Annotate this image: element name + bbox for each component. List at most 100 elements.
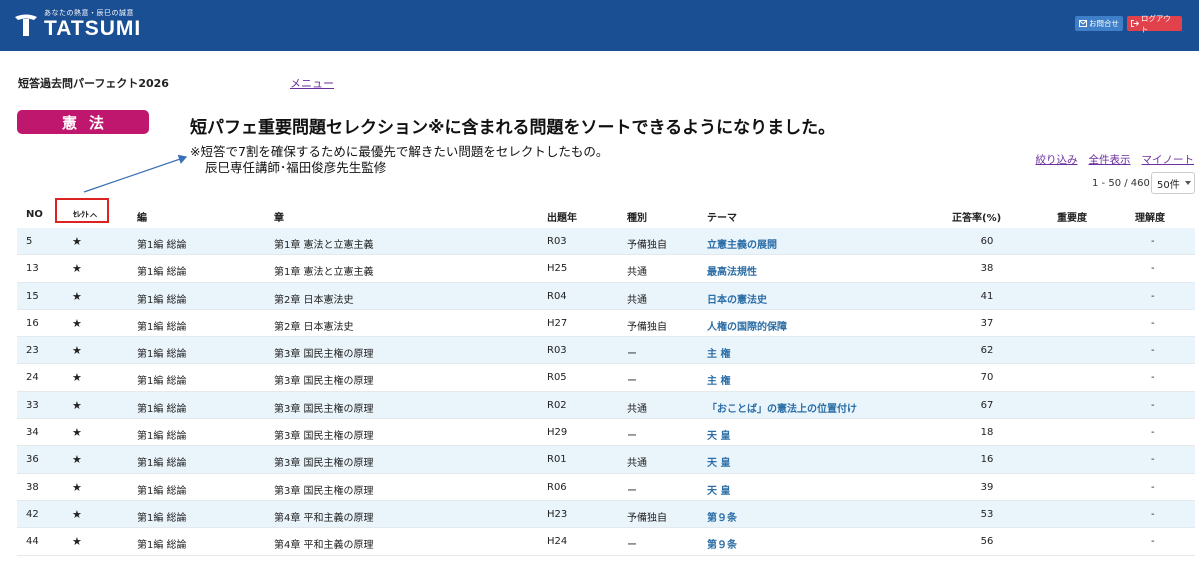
table-row[interactable]: 36 ★ 第1編 総論 第3章 国民主権の原理 R01 共通 天 皇 16 - [17, 446, 1195, 474]
row-year: H27 [547, 317, 568, 329]
select-star: ★ [72, 371, 82, 385]
row-no: 42 [26, 508, 39, 520]
tatsumi-logo[interactable]: あなたの熱意・辰巳の誠意 TATSUMI [12, 9, 141, 40]
row-sho: 第3章 国民主権の原理 [274, 485, 374, 497]
row-sho: 第2章 日本憲法史 [274, 321, 354, 333]
row-understanding: - [1151, 345, 1155, 357]
row-type: 予備独自 [627, 512, 667, 524]
header-sho[interactable]: 章 [274, 209, 284, 224]
row-sho: 第4章 平和主義の原理 [274, 540, 374, 552]
row-no: 23 [26, 345, 39, 357]
row-hen: 第1編 総論 [137, 458, 187, 470]
row-theme-link[interactable]: 天 皇 [707, 427, 730, 442]
row-no: 34 [26, 427, 39, 439]
row-theme-link[interactable]: 主 権 [707, 372, 730, 387]
table-header: NO ｾﾚｸﾄ 編 章 出題年 種別 テーマ 正答率(%) 重要度 理解度 [17, 198, 1195, 228]
select-star: ★ [72, 235, 82, 248]
note-line-2: 辰巳専任講師･福田俊彦先生監修 [205, 160, 387, 175]
row-sho: 第2章 日本憲法史 [274, 294, 354, 306]
table-row[interactable]: 42 ★ 第1編 総論 第4章 平和主義の原理 H23 予備独自 第９条 53 - [17, 500, 1195, 529]
table-row[interactable]: 34 ★ 第1編 総論 第3章 国民主権の原理 H29 ー 天 皇 18 - [17, 419, 1195, 447]
row-hen: 第1編 総論 [137, 240, 187, 251]
row-understanding: - [1151, 290, 1155, 302]
table-row[interactable]: 5 ★ 第1編 総論 第1章 憲法と立憲主義 R03 予備独自 立憲主義の展開 60 - [17, 228, 1195, 256]
row-theme-link[interactable]: 主 権 [707, 345, 730, 360]
row-hen: 第1編 総論 [137, 321, 187, 333]
table-row[interactable]: 23 ★ 第1編 総論 第3章 国民主権の原理 R03 ー 主 権 62 - [17, 337, 1195, 365]
row-year: R04 [547, 290, 567, 302]
filter-link[interactable]: 絞り込み [1036, 152, 1078, 167]
row-understanding: - [1151, 427, 1155, 439]
result-count: 1 - 50 / 460 [1092, 178, 1150, 189]
table-row[interactable]: 13 ★ 第1編 総論 第1章 憲法と立憲主義 H25 共通 最高法規性 38 - [17, 255, 1195, 283]
select-star: ★ [72, 398, 82, 412]
my-note-link[interactable]: マイノート [1142, 152, 1195, 167]
subject-badge: 憲法 [17, 110, 149, 134]
select-star: ★ [72, 453, 82, 467]
contact-button[interactable]: お問合せ [1075, 16, 1123, 31]
row-theme-link[interactable]: 「おことば」の憲法上の位置付け [707, 400, 857, 415]
note-line-1: ※短答で7割を確保するために最優先で解きたい問題をセレクトしたもの。 [190, 144, 609, 159]
row-sho: 第3章 国民主権の原理 [274, 403, 374, 415]
header-no[interactable]: NO [26, 209, 43, 220]
row-theme-link[interactable]: 最高法規性 [707, 263, 757, 278]
row-rate: 60 [980, 236, 994, 247]
row-hen: 第1編 総論 [137, 485, 187, 497]
row-theme-link[interactable]: 人権の国際的保障 [707, 318, 787, 333]
table-row[interactable]: 33 ★ 第1編 総論 第3章 国民主権の原理 R02 共通 「おことば」の憲法上の位置付け… [17, 391, 1195, 420]
row-year: R01 [547, 454, 567, 466]
table-row[interactable]: 44 ★ 第1編 総論 第4章 平和主義の原理 H24 ー 第９条 56 - [17, 528, 1195, 556]
header-type[interactable]: 種別 [627, 209, 647, 224]
select-star: ★ [72, 535, 82, 549]
table-row[interactable]: 24 ★ 第1編 総論 第3章 国民主権の原理 R05 ー 主 権 70 - [17, 364, 1195, 392]
row-hen: 第1編 総論 [137, 267, 187, 279]
row-sho: 第3章 国民主権の原理 [274, 431, 374, 443]
row-rate: 16 [980, 454, 994, 466]
row-theme-link[interactable]: 日本の憲法史 [707, 291, 767, 306]
row-no: 5 [26, 236, 33, 247]
menu-link[interactable]: メニュー [290, 75, 334, 91]
row-rate: 70 [980, 372, 994, 384]
row-hen: 第1編 総論 [137, 349, 187, 361]
row-theme-link[interactable]: 立憲主義の展開 [707, 236, 777, 251]
row-no: 38 [26, 481, 39, 493]
row-sho: 第1章 憲法と立憲主義 [274, 240, 374, 251]
row-year: H24 [547, 536, 568, 548]
row-sho: 第1章 憲法と立憲主義 [274, 267, 374, 279]
course-title: 短答過去問パーフェクト2026 [18, 77, 169, 90]
logout-label: ログアウト [1140, 13, 1171, 34]
row-hen: 第1編 総論 [137, 403, 187, 415]
header-rate[interactable]: 正答率(%) [952, 209, 1001, 224]
row-rate: 39 [980, 481, 994, 493]
row-rate: 38 [980, 263, 994, 275]
header-importance[interactable]: 重要度 [1057, 209, 1087, 224]
row-hen: 第1編 総論 [137, 294, 187, 306]
row-hen: 第1編 総論 [137, 376, 187, 388]
row-theme-link[interactable]: 第９条 [707, 509, 737, 524]
table-row[interactable]: 16 ★ 第1編 総論 第2章 日本憲法史 H27 予備独自 人権の国際的保障 37 - [17, 310, 1195, 338]
row-type: ー [627, 376, 637, 388]
table-row[interactable]: 38 ★ 第1編 総論 第3章 国民主権の原理 R06 ー 天 皇 39 - [17, 474, 1195, 501]
row-theme-link[interactable]: 第９条 [707, 536, 737, 551]
per-page-value: 50件 [1157, 179, 1180, 191]
row-rate: 62 [980, 345, 994, 357]
row-understanding: - [1151, 481, 1155, 493]
header-theme[interactable]: テーマ [707, 209, 737, 224]
header-select-sort[interactable]: ｾﾚｸﾄ [73, 209, 98, 220]
row-understanding: - [1151, 454, 1155, 466]
per-page-select[interactable]: 50件 [1151, 172, 1195, 194]
logout-button[interactable]: ログアウト [1127, 14, 1182, 34]
show-all-link[interactable]: 全件表示 [1089, 152, 1131, 167]
header-year[interactable]: 出題年 [547, 209, 577, 224]
chevron-down-icon [1184, 181, 1191, 185]
header-understanding[interactable]: 理解度 [1135, 209, 1165, 224]
row-type: ー [627, 485, 637, 497]
row-hen: 第1編 総論 [137, 431, 187, 443]
header-hen[interactable]: 編 [137, 209, 147, 224]
table-row[interactable]: 15 ★ 第1編 総論 第2章 日本憲法史 R04 共通 日本の憲法史 41 - [17, 282, 1195, 310]
row-sho: 第4章 平和主義の原理 [274, 512, 374, 524]
row-theme-link[interactable]: 天 皇 [707, 482, 730, 497]
row-understanding: - [1151, 263, 1155, 275]
row-theme-link[interactable]: 天 皇 [707, 454, 730, 469]
row-sho: 第3章 国民主権の原理 [274, 458, 374, 470]
